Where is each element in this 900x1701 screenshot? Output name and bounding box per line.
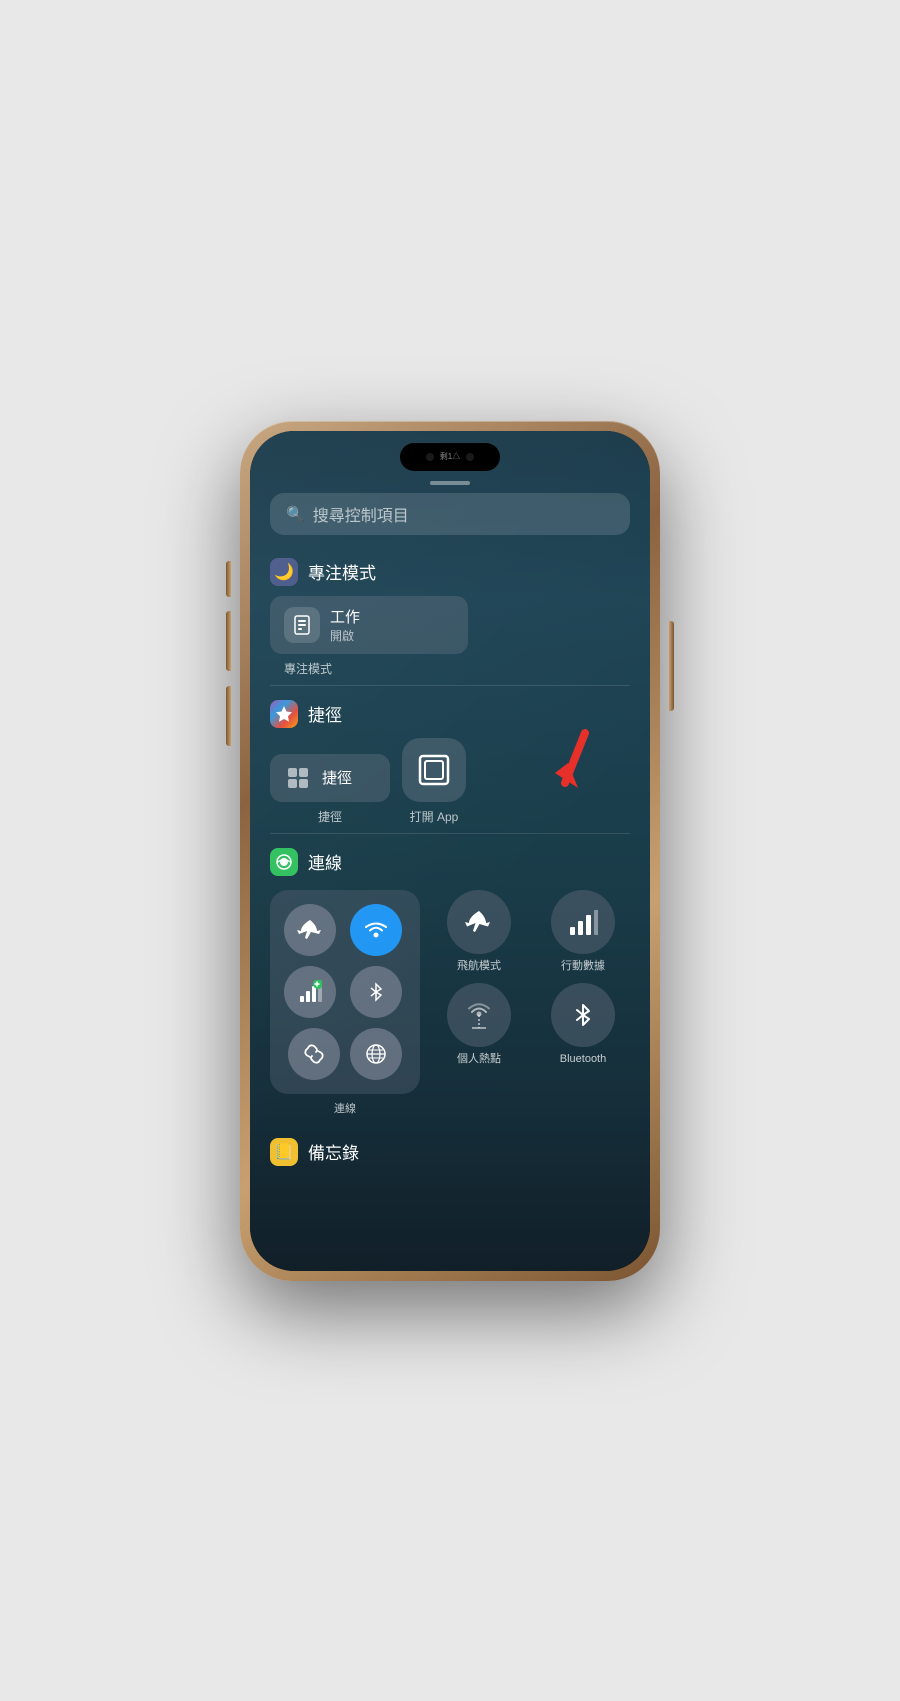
connectivity-header: 連線	[270, 848, 630, 876]
power-button[interactable]	[669, 621, 674, 711]
focus-item-icon	[284, 607, 320, 643]
drag-handle[interactable]	[430, 481, 470, 485]
shortcuts-section-header: 捷徑	[270, 700, 630, 728]
focus-item[interactable]: 工作 開啟	[270, 596, 468, 654]
bluetooth-label: Bluetooth	[560, 1052, 606, 1066]
airplane-ctrl-item: 飛航模式	[432, 890, 526, 973]
phone-screen: 剩1△ 🔍 搜尋控制項目 🌙 專注模式	[250, 431, 650, 1271]
main-content: 🌙 專注模式	[250, 546, 650, 1271]
connectivity-title: 連線	[308, 849, 342, 874]
focus-mode-section: 🌙 專注模式	[270, 546, 630, 686]
hotspot-label: 個人熱點	[457, 1052, 501, 1066]
hotspot-button[interactable]	[447, 983, 511, 1047]
search-placeholder-text: 搜尋控制項目	[313, 502, 409, 526]
focus-item-status: 開啟	[330, 627, 360, 644]
dynamic-island: 剩1△	[400, 443, 500, 471]
connectivity-panel-label: 連線	[334, 1100, 356, 1116]
open-app-button[interactable]	[402, 738, 466, 802]
volume-down-button[interactable]	[226, 686, 231, 746]
phone-frame: 剩1△ 🔍 搜尋控制項目 🌙 專注模式	[240, 421, 660, 1281]
notes-section-header: 📒 備忘錄	[270, 1138, 630, 1166]
screen-content: 剩1△ 🔍 搜尋控制項目 🌙 專注模式	[250, 431, 650, 1271]
cellular-ctrl-item: 行動數據	[536, 890, 630, 973]
airplane-mode-icon	[284, 904, 336, 956]
ctrl-row-1: 飛航模式	[432, 890, 630, 973]
bluetooth-panel-icon	[350, 966, 402, 1018]
shortcuts-section-title: 捷徑	[308, 701, 342, 726]
shortcut-label: 捷徑	[318, 808, 342, 825]
big-panel-wrapper: 連線	[270, 890, 420, 1116]
airplane-mode-button[interactable]	[447, 890, 511, 954]
shortcut-button[interactable]: 捷徑	[270, 754, 390, 802]
search-icon: 🔍	[286, 505, 305, 523]
shortcuts-section: 捷徑	[270, 686, 630, 834]
notes-section: 📒 備忘錄	[270, 1124, 630, 1166]
open-app-item: 打開 App	[402, 738, 466, 825]
connectivity-icon	[270, 848, 298, 876]
red-arrow-indicator	[540, 728, 600, 798]
cellular-button[interactable]	[551, 890, 615, 954]
volume-up-button[interactable]	[226, 611, 231, 671]
focus-section-header: 🌙 專注模式	[270, 558, 630, 586]
focus-item-name: 工作	[330, 606, 360, 627]
link-icon	[288, 1028, 340, 1080]
focus-mode-label: 專注模式	[270, 660, 468, 677]
focus-section-title: 專注模式	[308, 559, 376, 584]
di-status-text: 剩1△	[440, 451, 460, 462]
cellular-label: 行動數據	[561, 959, 605, 973]
focus-item-text: 工作 開啟	[330, 606, 360, 644]
open-app-label: 打開 App	[410, 808, 459, 825]
wifi-active-icon	[350, 904, 402, 956]
cellular-signal-icon	[284, 966, 336, 1018]
shortcut-name: 捷徑	[322, 767, 352, 788]
notes-section-title: 備忘錄	[308, 1139, 359, 1164]
connectivity-panel[interactable]	[270, 890, 420, 1094]
shortcut-item: 捷徑 捷徑	[270, 754, 390, 825]
globe-icon	[350, 1028, 402, 1080]
shortcuts-row: 捷徑 捷徑 打	[270, 738, 630, 825]
di-dot-2	[466, 453, 474, 461]
di-dot-1	[426, 453, 434, 461]
airplane-mode-label: 飛航模式	[457, 959, 501, 973]
bluetooth-button[interactable]	[551, 983, 615, 1047]
ctrl-row-2: 個人熱點 Bluetooth	[432, 983, 630, 1066]
shortcuts-icon	[284, 764, 312, 792]
focus-section-icon: 🌙	[270, 558, 298, 586]
notes-section-icon: 📒	[270, 1138, 298, 1166]
mute-button[interactable]	[226, 561, 231, 597]
right-controls: 飛航模式	[432, 890, 630, 1067]
hotspot-ctrl-item: 個人熱點	[432, 983, 526, 1066]
connectivity-section: 連線	[270, 834, 630, 1124]
bluetooth-ctrl-item: Bluetooth	[536, 983, 630, 1066]
shortcuts-section-icon	[270, 700, 298, 728]
search-bar[interactable]: 🔍 搜尋控制項目	[270, 493, 630, 535]
connectivity-row: 連線 飛航模式	[270, 890, 630, 1116]
